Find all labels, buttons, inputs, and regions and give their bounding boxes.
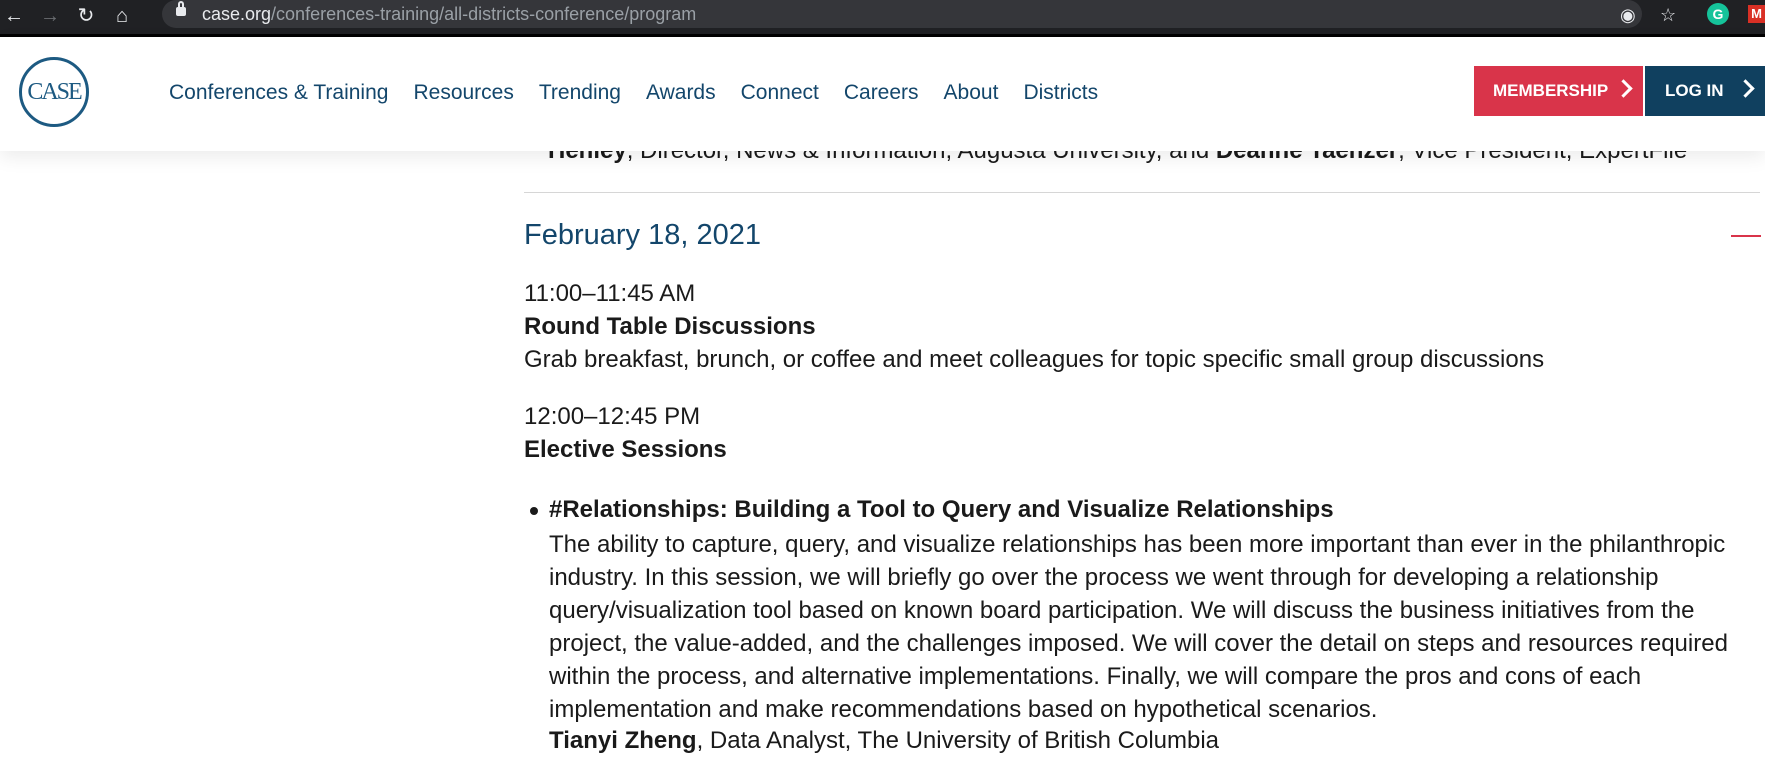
- star-bookmark-icon[interactable]: ☆: [1660, 4, 1676, 26]
- chevron-right-icon: [1736, 79, 1755, 98]
- case-logo[interactable]: CASE: [19, 57, 89, 127]
- elective-description: The ability to capture, query, and visua…: [549, 531, 1728, 723]
- membership-button[interactable]: MEMBERSHIP: [1474, 66, 1643, 116]
- gmail-extension-icon[interactable]: M: [1748, 5, 1765, 23]
- session-time: 11:00–11:45 AM: [524, 280, 696, 307]
- session-time: 12:00–12:45 PM: [524, 403, 701, 430]
- site-header: CASE Conferences & Training Resources Tr…: [0, 37, 1765, 151]
- nav-item-conferences-training[interactable]: Conferences & Training: [169, 79, 388, 107]
- list-bullet: [530, 507, 538, 515]
- url-host: case.org: [202, 4, 272, 24]
- home-icon[interactable]: ⌂: [110, 4, 134, 28]
- lock-icon: [176, 1, 186, 16]
- nav-item-awards[interactable]: Awards: [646, 79, 716, 107]
- collapse-minus-icon[interactable]: [1731, 235, 1761, 237]
- main-nav: Conferences & Training Resources Trendin…: [169, 79, 1123, 107]
- login-button[interactable]: LOG IN: [1645, 66, 1765, 116]
- elective-speaker: Tianyi Zheng, Data Analyst, The Universi…: [549, 726, 1219, 756]
- session-title: Round Table Discussions: [524, 313, 816, 340]
- login-label: LOG IN: [1665, 81, 1724, 100]
- day-heading[interactable]: February 18, 2021: [524, 218, 761, 252]
- nav-item-resources[interactable]: Resources: [413, 79, 513, 107]
- section-divider: [524, 192, 1760, 193]
- session-description: Grab breakfast, brunch, or coffee and me…: [524, 346, 1545, 373]
- nav-item-about[interactable]: About: [944, 79, 999, 107]
- reload-icon[interactable]: ↻: [74, 4, 98, 28]
- chevron-right-icon: [1614, 79, 1633, 98]
- nav-item-trending[interactable]: Trending: [539, 79, 621, 107]
- membership-label: MEMBERSHIP: [1493, 81, 1609, 100]
- blocked-cookie-icon[interactable]: ◉: [1620, 4, 1636, 26]
- elective-title: #Relationships: Building a Tool to Query…: [549, 496, 1334, 523]
- session-title: Elective Sessions: [524, 436, 727, 463]
- grammarly-extension-icon[interactable]: G: [1707, 3, 1729, 25]
- back-arrow-icon[interactable]: ←: [2, 4, 26, 28]
- forward-arrow-icon[interactable]: →: [38, 4, 62, 28]
- speaker-role: , Data Analyst, The University of Britis…: [696, 727, 1220, 754]
- browser-toolbar: ← → ↻ ⌂ case.org/conferences-training/al…: [0, 0, 1765, 37]
- nav-item-connect[interactable]: Connect: [741, 79, 819, 107]
- address-bar[interactable]: case.org/conferences-training/all-distri…: [162, 0, 1642, 28]
- url-text[interactable]: case.org/conferences-training/all-distri…: [202, 4, 696, 24]
- nav-item-careers[interactable]: Careers: [844, 79, 919, 107]
- nav-item-districts[interactable]: Districts: [1023, 79, 1098, 107]
- url-path: /conferences-training/all-districts-conf…: [271, 4, 697, 24]
- speaker-name: Tianyi Zheng: [549, 727, 697, 754]
